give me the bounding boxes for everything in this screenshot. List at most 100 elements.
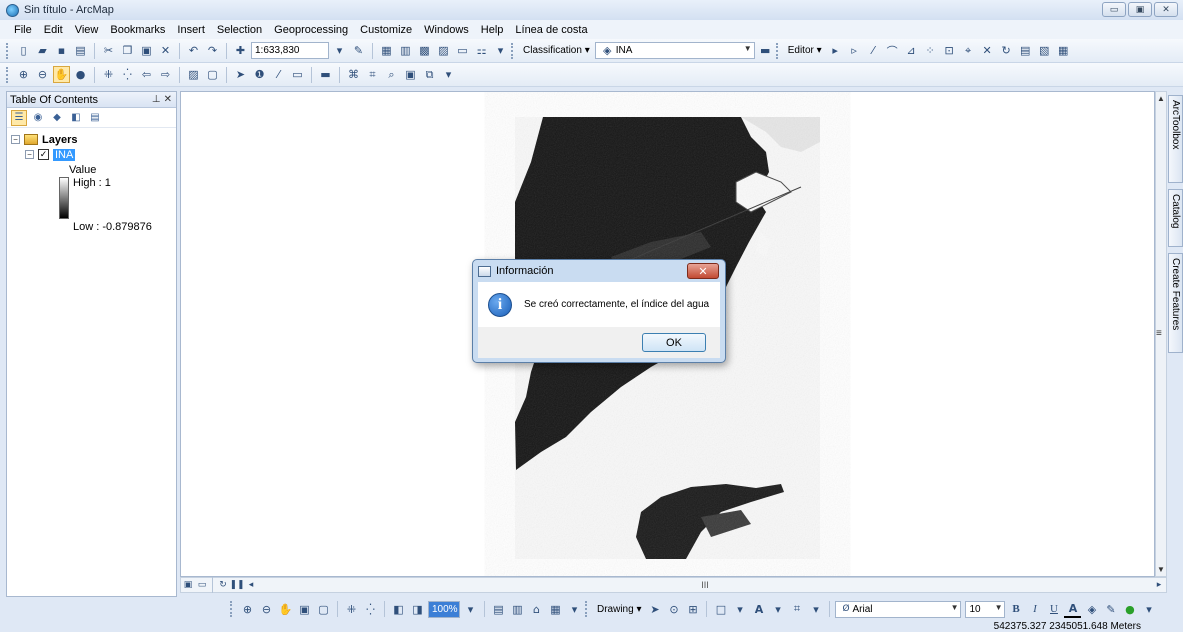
ok-button[interactable]: OK <box>642 333 706 352</box>
rotate-icon[interactable]: ↻ <box>998 42 1015 59</box>
add-data-icon[interactable]: ✚ <box>232 42 249 59</box>
go-to-xy-icon[interactable]: ⌕ <box>383 66 400 83</box>
split-icon[interactable]: ✕ <box>979 42 996 59</box>
refresh-icon[interactable]: ↻ <box>216 578 230 592</box>
python-window-icon[interactable]: ▭ <box>454 42 471 59</box>
minimize-button[interactable]: ▭ <box>1102 2 1126 17</box>
zoom-to-selected-icon[interactable]: ⊞ <box>684 601 701 618</box>
zoom-out-icon[interactable]: ⊖ <box>34 66 51 83</box>
drawing-menu[interactable]: Drawing ▾ <box>594 604 644 615</box>
layout-zoom-in-icon[interactable]: ⊕ <box>239 601 256 618</box>
font-color-button[interactable]: A <box>1064 601 1082 618</box>
scroll-down-icon[interactable]: ▼ <box>1157 565 1165 574</box>
menu-windows[interactable]: Windows <box>418 24 475 36</box>
scroll-up-icon[interactable]: ▲ <box>1157 94 1165 103</box>
forward-extent-icon[interactable]: ◨ <box>409 601 426 618</box>
delete-icon[interactable]: ✕ <box>157 42 174 59</box>
toolbar-grip[interactable] <box>775 42 779 59</box>
hyperlink-icon[interactable]: ⁄ <box>270 66 287 83</box>
full-extent-icon[interactable]: ● <box>72 66 89 83</box>
create-features-icon[interactable]: ▦ <box>1055 42 1072 59</box>
toggle-draft-mode-icon[interactable]: ▤ <box>490 601 507 618</box>
classification-dropdown[interactable]: Classification ▾ <box>520 45 593 56</box>
clear-selection-icon[interactable]: ▢ <box>204 66 221 83</box>
layers-root-row[interactable]: − Layers <box>11 132 176 147</box>
toolbar-grip[interactable] <box>230 601 233 617</box>
marker-color-icon[interactable]: ● <box>1121 601 1138 618</box>
classify-colors-icon[interactable]: ▬ <box>757 42 774 59</box>
arcmap-app-icon[interactable] <box>6 3 19 17</box>
scroll-right-icon[interactable]: ▸ <box>1152 578 1166 592</box>
zoom-whole-page-icon[interactable]: ▣ <box>296 601 313 618</box>
menu-edit[interactable]: Edit <box>38 24 69 36</box>
text-tool-icon[interactable]: A <box>750 601 767 618</box>
layer-row-ina[interactable]: − ✓ INA <box>11 147 176 162</box>
create-viewer-window-icon[interactable]: ⧉ <box>421 66 438 83</box>
zoom-percent-combo[interactable]: 100% <box>428 600 460 618</box>
go-back-icon[interactable]: ⇦ <box>138 66 155 83</box>
go-forward-icon[interactable]: ⇨ <box>157 66 174 83</box>
edit-tool-icon[interactable]: ▸ <box>827 42 844 59</box>
dialog-close-button[interactable]: ✕ <box>687 263 719 279</box>
scroll-left-icon[interactable]: ◂ <box>244 578 258 592</box>
layout-view-icon[interactable]: ▭ <box>195 578 209 592</box>
straight-segment-icon[interactable]: ⁄ <box>865 42 882 59</box>
menu-customize[interactable]: Customize <box>354 24 418 36</box>
select-elements-icon[interactable]: ➤ <box>232 66 249 83</box>
menu-insert[interactable]: Insert <box>171 24 211 36</box>
end-point-arc-icon[interactable]: ⌒ <box>884 42 901 59</box>
underline-button[interactable]: U <box>1045 601 1062 618</box>
menu-selection[interactable]: Selection <box>211 24 268 36</box>
rotate-element-icon[interactable]: ⊙ <box>665 601 682 618</box>
find-binoculars-icon[interactable]: ⌘ <box>345 66 362 83</box>
edit-annotation-icon[interactable]: ▹ <box>846 42 863 59</box>
toolbar-grip[interactable] <box>6 66 9 83</box>
copy-icon[interactable]: ❐ <box>119 42 136 59</box>
menu-view[interactable]: View <box>69 24 105 36</box>
list-by-drawing-order-icon[interactable]: ☰ <box>11 109 27 126</box>
toolbar-options-icon[interactable]: ▾ <box>566 601 583 618</box>
tab-catalog[interactable]: Catalog <box>1168 189 1183 247</box>
pin-icon[interactable]: ⊥ <box>152 94 161 105</box>
open-folder-icon[interactable]: ▰ <box>34 42 51 59</box>
italic-button[interactable]: I <box>1026 601 1043 618</box>
layer-combo[interactable]: ◈ INA ▼ <box>594 42 755 59</box>
collapse-icon[interactable]: − <box>25 150 34 159</box>
zoom-100-icon[interactable]: ▢ <box>315 601 332 618</box>
back-extent-icon[interactable]: ◧ <box>390 601 407 618</box>
fixed-zoom-out-icon[interactable]: ⁛ <box>119 66 136 83</box>
line-color-icon[interactable]: ✎ <box>1102 601 1119 618</box>
table-of-contents-icon[interactable]: ▦ <box>378 42 395 59</box>
toolbar-options-icon[interactable]: ▾ <box>1140 601 1157 618</box>
undo-icon[interactable]: ↶ <box>185 42 202 59</box>
search-window-icon[interactable]: ▩ <box>416 42 433 59</box>
pan-hand-icon[interactable]: ✋ <box>53 66 70 83</box>
menu-linea-de-costa[interactable]: Línea de costa <box>509 24 593 36</box>
editor-toolbar-icon[interactable]: ✎ <box>350 42 367 59</box>
tab-create-features[interactable]: Create Features <box>1168 253 1183 353</box>
toolbar-grip[interactable] <box>511 42 514 59</box>
attributes-icon[interactable]: ▤ <box>1017 42 1034 59</box>
editor-dropdown[interactable]: Editor ▾ <box>785 45 825 56</box>
callout-icon[interactable]: ⌗ <box>788 601 805 618</box>
layout-zoom-out-icon[interactable]: ⊖ <box>258 601 275 618</box>
data-driven-pages-icon[interactable]: ▦ <box>547 601 564 618</box>
print-icon[interactable]: ▤ <box>72 42 89 59</box>
toolbar-grip[interactable] <box>585 601 588 617</box>
redo-icon[interactable]: ↷ <box>204 42 221 59</box>
change-layout-icon[interactable]: ⌂ <box>528 601 545 618</box>
select-elements-icon[interactable]: ➤ <box>646 601 663 618</box>
color-ramp[interactable] <box>59 177 69 219</box>
edit-vertices-icon[interactable]: ⊡ <box>941 42 958 59</box>
fixed-zoom-in-icon[interactable]: ⁜ <box>100 66 117 83</box>
select-features-icon[interactable]: ▨ <box>185 66 202 83</box>
map-scale-combo[interactable]: 1:633,830 <box>251 42 329 59</box>
menu-bookmarks[interactable]: Bookmarks <box>104 24 171 36</box>
horizontal-scroll-thumb[interactable]: III <box>258 580 1152 590</box>
font-size-combo[interactable]: 10 ▼ <box>965 600 1006 618</box>
collapse-icon[interactable]: − <box>11 135 20 144</box>
find-route-icon[interactable]: ⌗ <box>364 66 381 83</box>
menu-help[interactable]: Help <box>475 24 510 36</box>
measure-icon[interactable]: ▬ <box>317 66 334 83</box>
fixed-zoom-out-page-icon[interactable]: ⁛ <box>362 601 379 618</box>
